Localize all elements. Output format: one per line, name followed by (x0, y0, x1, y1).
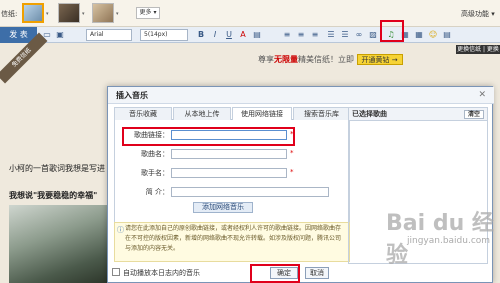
paper-thumb-1[interactable] (22, 3, 44, 23)
music-highlight-box (380, 20, 404, 42)
promo-suffix: 精美信纸！立即 (298, 55, 354, 64)
singer-label: 歌手名： (141, 169, 169, 177)
clear-button[interactable]: 清空 (464, 110, 484, 119)
body-heading: 我想说"我要稳稳的幸福" (9, 191, 98, 200)
highlight-icon[interactable]: ▤ (252, 30, 262, 40)
more-tools-icon[interactable]: ▤ (442, 30, 452, 40)
font-size-select[interactable]: 5(14px) (140, 29, 188, 41)
link-icon[interactable]: ∞ (354, 30, 364, 40)
copyright-notice: ⓘ 请您在此添加自己的原创歌曲链接，或者经权利人许可的歌曲链接。因网络歌曲存在不… (114, 222, 350, 262)
change-letter-button[interactable]: 更换信纸 | 更换 (456, 45, 500, 54)
notice-text: 请您在此添加自己的原创歌曲链接，或者经权利人许可的歌曲链接。因网络歌曲存在不可控… (125, 225, 342, 252)
tab-local-upload[interactable]: 从本地上传 (173, 107, 231, 120)
more-papers-button[interactable]: 更多 ▾ (136, 7, 160, 19)
paper-selector-bar: 信纸: ▾ ▾ ▾ 更多 ▾ 高级功能 ▾ (0, 0, 500, 27)
promo-prefix: 尊享 (258, 55, 274, 64)
tab-music-favorites[interactable]: 音乐收藏 (114, 107, 172, 120)
image-icon[interactable]: ▨ (368, 30, 378, 40)
song-name-input[interactable] (171, 149, 287, 159)
intro-label: 简 介： (145, 188, 169, 196)
selected-songs-title: 已选择歌曲 (352, 110, 387, 118)
singer-input[interactable] (171, 168, 287, 178)
body-text: 小柯的一首歌词我想是写进 (9, 164, 105, 173)
ordered-list-icon[interactable]: ☰ (326, 30, 336, 40)
cancel-button[interactable]: 取消 (305, 267, 329, 279)
unordered-list-icon[interactable]: ☰ (340, 30, 350, 40)
promo-highlight: 无限量 (274, 55, 298, 64)
underline-icon[interactable]: U (224, 30, 234, 40)
advanced-features-link[interactable]: 高级功能 ▾ (461, 9, 495, 19)
dialog-title: 插入音乐 (108, 87, 494, 104)
close-icon[interactable]: ✕ (478, 90, 486, 100)
align-center-icon[interactable]: ≡ (296, 30, 306, 40)
open-yellow-diamond-button[interactable]: 开通黄钻 → (356, 54, 403, 65)
table-icon[interactable]: ▦ (414, 30, 424, 40)
post-photo (9, 205, 109, 283)
promo-banner: 尊享无限量精美信纸！立即 开通黄钻 → (258, 54, 403, 65)
tab-search-music[interactable]: 搜索音乐库 (293, 107, 350, 120)
thumb-dropdown-icon[interactable]: ▾ (46, 11, 49, 17)
intro-input[interactable] (171, 187, 329, 197)
paper-label: 信纸: (1, 10, 18, 18)
auto-play-checkbox[interactable] (112, 268, 120, 276)
song-link-highlight-box (122, 127, 295, 146)
tab-network-link[interactable]: 使用网络链接 (232, 107, 292, 120)
watermark-url: jingyan.baidu.com (407, 236, 491, 246)
font-family-select[interactable]: Arial (86, 29, 132, 41)
align-left-icon[interactable]: ≡ (282, 30, 292, 40)
add-network-music-button[interactable]: 添加网络音乐 (193, 202, 253, 213)
auto-play-label: 自动播放本日志内的音乐 (123, 269, 200, 277)
dialog-tabs: 音乐收藏 从本地上传 使用网络链接 搜索音乐库 (114, 107, 350, 120)
emoticon-icon[interactable]: ☺ (428, 30, 438, 40)
bold-icon[interactable]: B (196, 30, 206, 40)
redo-icon[interactable]: ▣ (55, 30, 65, 40)
italic-icon[interactable]: I (210, 30, 220, 40)
required-mark: * (290, 168, 294, 176)
thumb-dropdown-icon[interactable]: ▾ (116, 11, 119, 17)
ok-highlight-box (250, 264, 300, 283)
thumb-dropdown-icon[interactable]: ▾ (82, 11, 85, 17)
required-mark: * (290, 149, 294, 157)
info-icon: ⓘ (117, 226, 124, 234)
paper-thumb-3[interactable] (92, 3, 114, 23)
align-right-icon[interactable]: ≡ (310, 30, 320, 40)
song-name-label: 歌曲名： (141, 150, 169, 158)
paper-thumb-2[interactable] (58, 3, 80, 23)
font-color-icon[interactable]: A (238, 30, 248, 40)
editor-toolbar: 发 表 ▭ ▣ Arial 5(14px) B I U A ▤ ≡ ≡ ≡ ☰ … (0, 27, 500, 43)
selected-songs-header: 已选择歌曲 清空 (349, 108, 487, 121)
